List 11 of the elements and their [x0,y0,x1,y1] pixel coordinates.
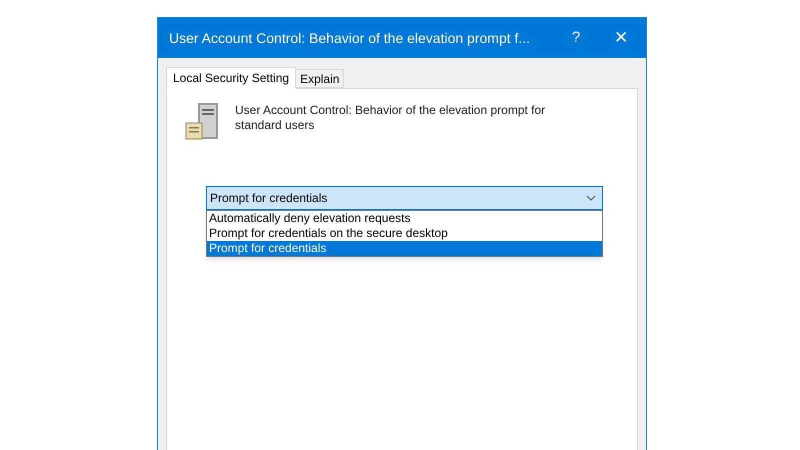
policy-description: User Account Control: Behavior of the elevation prompt for standard users [235,102,546,133]
dropdown-option[interactable]: Prompt for credentials on the secure desktop [207,226,602,241]
chevron-icon [586,195,596,201]
window-title: User Account Control: Behavior of the elevation prompt f... [169,28,530,48]
dropdown[interactable]: Prompt for credentials [206,186,603,210]
tab[interactable]: Local Security Setting [166,67,296,89]
close-button[interactable]: ✕ [596,25,646,51]
help-button[interactable]: ? [556,26,596,50]
dropdown-option[interactable]: Automatically deny elevation requests [207,211,602,226]
dropdown-option[interactable]: Prompt for credentials [207,241,602,256]
tab[interactable]: Explain [296,69,344,88]
